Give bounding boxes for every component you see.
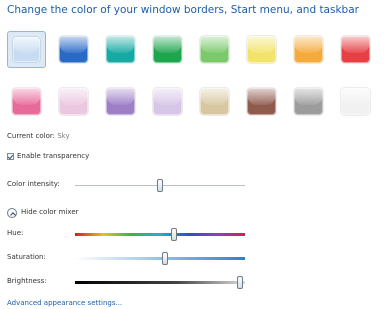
swatch-chocolate[interactable] <box>242 83 281 120</box>
enable-transparency-label[interactable]: Enable transparency <box>17 152 89 160</box>
hide-color-mixer-button[interactable] <box>7 208 17 218</box>
hue-slider-thumb[interactable] <box>170 228 177 241</box>
swatch-gloss <box>13 37 40 53</box>
color-swatch-grid <box>7 31 384 125</box>
swatch-gloss <box>106 88 135 105</box>
swatch-gloss <box>341 88 370 105</box>
swatch-gloss <box>247 88 276 105</box>
color-intensity-slider-thumb[interactable] <box>157 179 163 192</box>
swatch-gloss <box>341 36 370 53</box>
swatch-ruby[interactable] <box>336 31 375 68</box>
swatch-slate[interactable] <box>289 83 328 120</box>
color-intensity-label: Color intensity: <box>7 180 60 188</box>
swatch-fuchsia[interactable] <box>7 83 46 120</box>
current-color-value: Sky <box>57 132 70 140</box>
swatch-gloss <box>294 36 323 53</box>
swatch-frost[interactable] <box>336 83 375 120</box>
swatch-gloss <box>59 88 88 105</box>
swatch-gloss <box>247 36 276 53</box>
hue-slider-track[interactable] <box>75 233 245 236</box>
current-color: Current color: Sky <box>7 132 70 140</box>
swatch-lemon[interactable] <box>242 31 281 68</box>
swatch-taupe[interactable] <box>195 83 234 120</box>
swatch-gloss <box>200 36 229 53</box>
swatch-twilight[interactable] <box>54 31 93 68</box>
swatch-gloss <box>200 88 229 105</box>
enable-transparency-checkbox[interactable] <box>7 153 14 160</box>
swatch-gloss <box>59 36 88 53</box>
brightness-slider-thumb[interactable] <box>236 276 243 289</box>
swatch-gloss <box>106 36 135 53</box>
saturation-slider-thumb[interactable] <box>162 252 169 265</box>
brightness-slider-track[interactable] <box>75 281 245 284</box>
swatch-gloss <box>294 88 323 105</box>
swatch-violet[interactable] <box>101 83 140 120</box>
swatch-lavender[interactable] <box>148 83 187 120</box>
swatch-gloss <box>153 88 182 105</box>
current-color-label: Current color: <box>7 132 55 140</box>
swatch-blush[interactable] <box>54 83 93 120</box>
swatch-sea[interactable] <box>101 31 140 68</box>
advanced-appearance-settings-link[interactable]: Advanced appearance settings... <box>7 299 122 307</box>
page-title: Change the color of your window borders,… <box>7 4 359 16</box>
hide-color-mixer-label[interactable]: Hide color mixer <box>21 208 79 216</box>
swatch-pumpkin[interactable] <box>289 31 328 68</box>
saturation-label: Saturation: <box>7 253 46 261</box>
swatch-leaf[interactable] <box>148 31 187 68</box>
hue-label: Hue: <box>7 229 24 237</box>
swatch-sky[interactable] <box>7 31 46 68</box>
saturation-slider-track[interactable] <box>75 257 245 260</box>
swatch-gloss <box>12 88 41 105</box>
swatch-lime[interactable] <box>195 31 234 68</box>
brightness-label: Brightness: <box>7 277 47 285</box>
swatch-gloss <box>153 36 182 53</box>
